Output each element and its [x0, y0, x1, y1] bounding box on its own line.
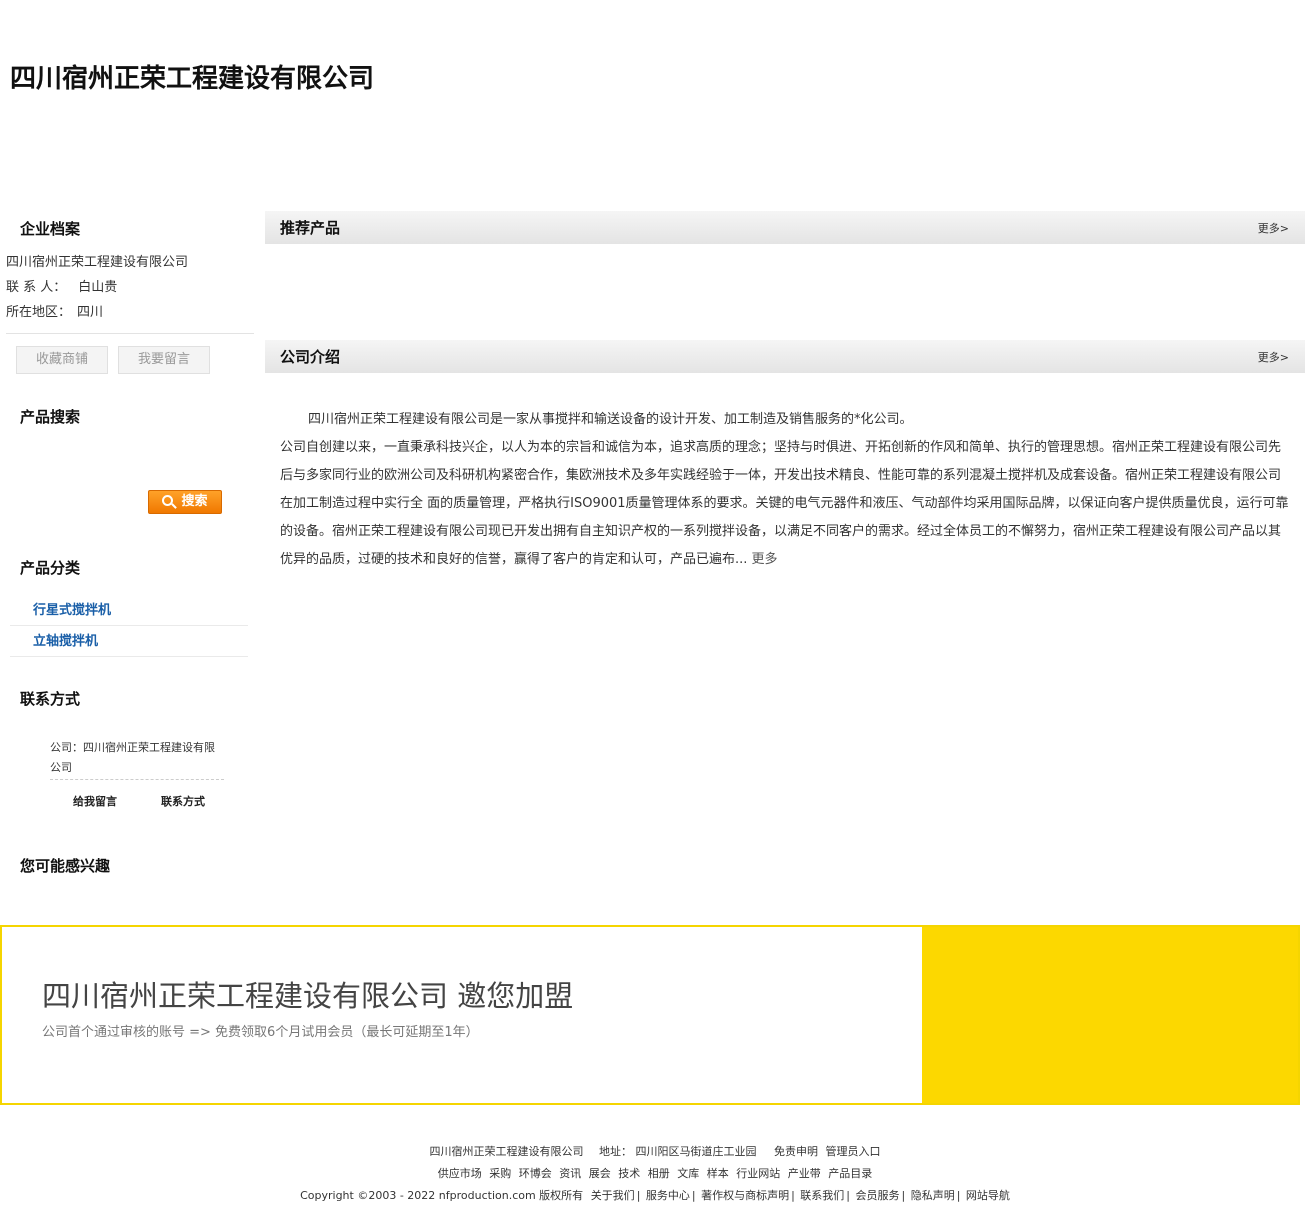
region-value: 四川 — [77, 305, 104, 320]
contact-company: 公司：四川宿州正荣工程建设有限公司 — [50, 738, 224, 780]
search-section-title: 产品搜索 — [20, 408, 81, 426]
interest-section-title: 您可能感兴趣 — [20, 857, 111, 875]
intro-read-more-link[interactable]: 更多 — [752, 552, 778, 567]
profile-company-name: 四川宿州正荣工程建设有限公司 — [6, 255, 189, 270]
category-item[interactable]: 行星式搅拌机 — [10, 595, 248, 626]
footer-line-2: 供应市场 采购 环博会 资讯 展会 技术 相册 文库 样本 行业网站 产业带 产… — [0, 1165, 1310, 1181]
footer-link[interactable]: 相册 — [648, 1167, 670, 1180]
footer-link[interactable]: 供应市场 — [438, 1167, 482, 1180]
footer-link[interactable]: 会员服务 — [856, 1189, 900, 1202]
footer-link[interactable]: 隐私声明 — [911, 1189, 955, 1202]
join-banner: 四川宿州正荣工程建设有限公司 邀您加盟 公司首个通过审核的账号 => 免费领取6… — [0, 925, 1300, 1105]
contact-info-link[interactable]: 联系方式 — [161, 793, 205, 809]
intro-more-link[interactable]: 更多> — [1258, 349, 1289, 365]
footer-copyright: Copyright ©2003 - 2022 nfproduction.com … — [300, 1189, 584, 1202]
footer-link[interactable]: 资讯 — [559, 1167, 581, 1180]
search-button-label: 搜索 — [181, 494, 208, 509]
intro-paragraph-1: 四川宿州正荣工程建设有限公司是一家从事搅拌和输送设备的设计开发、加工制造及销售服… — [308, 412, 913, 427]
footer-disclaimer-link[interactable]: 免责申明 — [774, 1145, 818, 1158]
search-button[interactable]: 搜索 — [148, 490, 222, 514]
footer-line-3: Copyright ©2003 - 2022 nfproduction.com … — [300, 1189, 1010, 1202]
category-section-title: 产品分类 — [20, 559, 81, 577]
leave-message-link[interactable]: 给我留言 — [73, 793, 117, 809]
contact-value: 白山贵 — [78, 280, 118, 295]
footer-link[interactable]: 样本 — [707, 1167, 729, 1180]
footer-link[interactable]: 服务中心 — [646, 1189, 690, 1202]
footer-line-1: 四川宿州正荣工程建设有限公司 地址： 四川阳区马街道庄工业园 免责申明 管理员入… — [0, 1143, 1310, 1159]
footer-link[interactable]: 产品目录 — [828, 1167, 872, 1180]
footer-address: 地址： 四川阳区马街道庄工业园 — [599, 1145, 757, 1158]
footer-link[interactable]: 联系我们 — [800, 1189, 844, 1202]
join-title: 四川宿州正荣工程建设有限公司 邀您加盟 — [42, 979, 574, 1013]
contact-section-title: 联系方式 — [20, 690, 81, 708]
join-subtitle: 公司首个通过审核的账号 => 免费领取6个月试用会员（最长可延期至1年） — [42, 1025, 479, 1040]
profile-region-row: 所在地区： 四川 — [6, 301, 103, 320]
footer-link[interactable]: 展会 — [589, 1167, 611, 1180]
recommend-title: 推荐产品 — [280, 219, 341, 237]
join-banner-accent — [922, 927, 1298, 1103]
profile-section-title: 企业档案 — [20, 220, 81, 238]
footer-admin-link[interactable]: 管理员入口 — [826, 1145, 881, 1158]
contact-label: 联 系 人： — [6, 280, 67, 295]
divider — [6, 333, 254, 334]
intro-title: 公司介绍 — [280, 348, 341, 366]
leave-message-button[interactable]: 我要留言 — [118, 346, 210, 374]
recommend-more-link[interactable]: 更多> — [1258, 220, 1289, 236]
category-item[interactable]: 立轴搅拌机 — [10, 626, 248, 657]
intro-paragraph-2: 公司自创建以来，一直秉承科技兴企，以人为本的宗旨和诚信为本，追求高质的理念；坚持… — [280, 434, 1292, 574]
footer-link[interactable]: 行业网站 — [736, 1167, 780, 1180]
company-title: 四川宿州正荣工程建设有限公司 — [10, 64, 375, 94]
intro-header-bar: 公司介绍 更多> — [265, 340, 1305, 373]
footer-link[interactable]: 著作权与商标声明 — [701, 1189, 789, 1202]
region-label: 所在地区： — [6, 305, 72, 320]
footer-company: 四川宿州正荣工程建设有限公司 — [429, 1145, 584, 1158]
search-icon — [162, 495, 174, 506]
footer-link[interactable]: 网站导航 — [966, 1189, 1010, 1202]
footer-link[interactable]: 关于我们 — [591, 1189, 635, 1202]
bookmark-store-button[interactable]: 收藏商铺 — [16, 346, 108, 374]
intro-paragraph-2-text: 公司自创建以来，一直秉承科技兴企，以人为本的宗旨和诚信为本，追求高质的理念；坚持… — [280, 440, 1289, 567]
footer-link[interactable]: 产业带 — [788, 1167, 821, 1180]
intro-body: 四川宿州正荣工程建设有限公司是一家从事搅拌和输送设备的设计开发、加工制造及销售服… — [280, 406, 1292, 574]
recommend-header-bar: 推荐产品 更多> — [265, 211, 1305, 244]
profile-contact-row: 联 系 人： 白山贵 — [6, 276, 117, 295]
footer-link[interactable]: 环博会 — [519, 1167, 552, 1180]
footer-link[interactable]: 技术 — [618, 1167, 640, 1180]
footer-link[interactable]: 文库 — [677, 1167, 699, 1180]
footer-link[interactable]: 采购 — [489, 1167, 511, 1180]
